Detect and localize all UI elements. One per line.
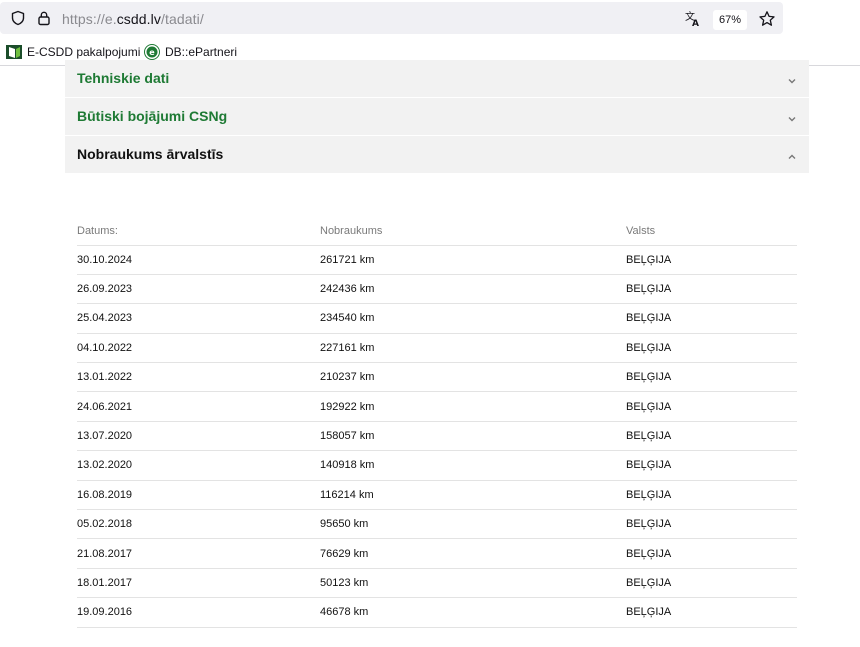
cell-country: BEĻĢIJA (626, 480, 797, 511)
cell-mileage: 261721 km (320, 245, 626, 275)
cell-mileage: 192922 km (320, 391, 626, 422)
accordion-title: Nobraukums ārvalstīs (77, 146, 224, 162)
table-row: 16.08.2019 116214 km BEĻĢIJA (77, 480, 797, 511)
table-row: 24.06.2021 192922 km BEĻĢIJA (77, 391, 797, 422)
cell-country: BEĻĢIJA (626, 333, 797, 364)
accordion-title: Tehniskie dati (77, 70, 170, 86)
cell-mileage: 116214 km (320, 480, 626, 511)
bookmark-label: DB::ePartneri (165, 45, 238, 59)
table-row: 19.09.2016 46678 km BEĻĢIJA (77, 597, 797, 628)
cell-mileage: 242436 km (320, 274, 626, 305)
cell-country: BEĻĢIJA (626, 450, 797, 481)
epartneri-favicon-icon: e (144, 44, 160, 60)
chevron-down-icon (787, 73, 797, 84)
cell-country: BEĻĢIJA (626, 568, 797, 599)
bookmark-ecsdd[interactable]: E-CSDD pakalpojumi (6, 43, 140, 61)
table-row: 05.02.2018 95650 km BEĻĢIJA (77, 509, 797, 540)
table-row: 13.01.2022 210237 km BEĻĢIJA (77, 362, 797, 393)
cell-mileage: 158057 km (320, 421, 626, 452)
cell-date: 13.07.2020 (77, 421, 320, 452)
table-row: 18.01.2017 50123 km BEĻĢIJA (77, 568, 797, 599)
cell-country: BEĻĢIJA (626, 245, 797, 275)
accordion-technical-data[interactable]: Tehniskie dati (65, 60, 809, 98)
table-row: 13.07.2020 158057 km BEĻĢIJA (77, 421, 797, 452)
foreign-mileage-table: Datums: Nobraukums Valsts 30.10.2024 2617… (77, 218, 797, 628)
table-row: 30.10.2024 261721 km BEĻĢIJA (77, 245, 797, 275)
table-header-row: Datums: Nobraukums Valsts (77, 218, 797, 246)
cell-mileage: 210237 km (320, 362, 626, 393)
cell-mileage: 76629 km (320, 538, 626, 569)
column-header-mileage: Nobraukums (320, 218, 626, 246)
accordion-foreign-mileage[interactable]: Nobraukums ārvalstīs (65, 136, 809, 174)
cell-date: 30.10.2024 (77, 245, 320, 275)
cell-country: BEĻĢIJA (626, 509, 797, 540)
svg-text:A: A (692, 19, 699, 28)
url-text[interactable]: https://e.csdd.lv/tadati/ (62, 11, 204, 27)
cell-mileage: 234540 km (320, 303, 626, 334)
table-row: 04.10.2022 227161 km BEĻĢIJA (77, 333, 797, 364)
bookmark-star-icon[interactable] (758, 10, 776, 28)
cell-country: BEĻĢIJA (626, 391, 797, 422)
cell-date: 16.08.2019 (77, 480, 320, 511)
cell-country: BEĻĢIJA (626, 303, 797, 334)
chevron-down-icon (787, 111, 797, 122)
bookmark-label: E-CSDD pakalpojumi (27, 45, 141, 59)
accordion-title: Būtiski bojājumi CSNg (77, 108, 228, 124)
url-path: /tadati/ (160, 11, 204, 27)
cell-date: 13.02.2020 (77, 450, 320, 481)
table-body: 30.10.2024 261721 km BEĻĢIJA 26.09.2023 2424… (77, 245, 797, 628)
table-row: 26.09.2023 242436 km BEĻĢIJA (77, 274, 797, 305)
cell-date: 24.06.2021 (77, 391, 320, 422)
svg-text:e: e (149, 48, 155, 57)
cell-date: 19.09.2016 (77, 597, 320, 628)
cell-country: BEĻĢIJA (626, 362, 797, 393)
cell-mileage: 95650 km (320, 509, 626, 540)
cell-country: BEĻĢIJA (626, 597, 797, 628)
table-row: 13.02.2020 140918 km BEĻĢIJA (77, 450, 797, 481)
browser-toolbar: https://e.csdd.lv/tadati/ 文A 67% (0, 0, 860, 38)
table-row: 25.04.2023 234540 km BEĻĢIJA (77, 303, 797, 334)
lock-icon[interactable] (36, 10, 52, 26)
translate-icon[interactable]: 文A (684, 10, 702, 28)
cell-mileage: 46678 km (320, 597, 626, 628)
cell-date: 26.09.2023 (77, 274, 320, 305)
column-header-country: Valsts (626, 218, 797, 246)
cell-country: BEĻĢIJA (626, 538, 797, 569)
cell-date: 18.01.2017 (77, 568, 320, 599)
column-header-date: Datums: (77, 218, 320, 246)
cell-date: 04.10.2022 (77, 333, 320, 364)
cell-mileage: 227161 km (320, 333, 626, 364)
accordion-significant-damage[interactable]: Būtiski bojājumi CSNg (65, 98, 809, 136)
table-row: 21.08.2017 76629 km BEĻĢIJA (77, 538, 797, 569)
url-prefix: https://e. (62, 11, 117, 27)
vehicle-info-accordion: Tehniskie dati Būtiski bojājumi CSNg Nob… (65, 60, 809, 174)
shield-icon[interactable] (10, 10, 26, 26)
cell-country: BEĻĢIJA (626, 274, 797, 305)
cell-date: 13.01.2022 (77, 362, 320, 393)
cell-mileage: 50123 km (320, 568, 626, 599)
url-host: csdd.lv (116, 11, 161, 27)
chevron-up-icon (787, 149, 797, 159)
address-bar[interactable]: https://e.csdd.lv/tadati/ 文A 67% (0, 2, 783, 34)
cell-date: 25.04.2023 (77, 303, 320, 334)
cell-country: BEĻĢIJA (626, 421, 797, 452)
zoom-level-button[interactable]: 67% (713, 10, 747, 30)
bookmark-db-epartneri[interactable]: e DB::ePartneri (144, 43, 237, 61)
cell-date: 21.08.2017 (77, 538, 320, 569)
cell-date: 05.02.2018 (77, 509, 320, 540)
ecsdd-favicon-icon (6, 44, 22, 60)
cell-mileage: 140918 km (320, 450, 626, 481)
